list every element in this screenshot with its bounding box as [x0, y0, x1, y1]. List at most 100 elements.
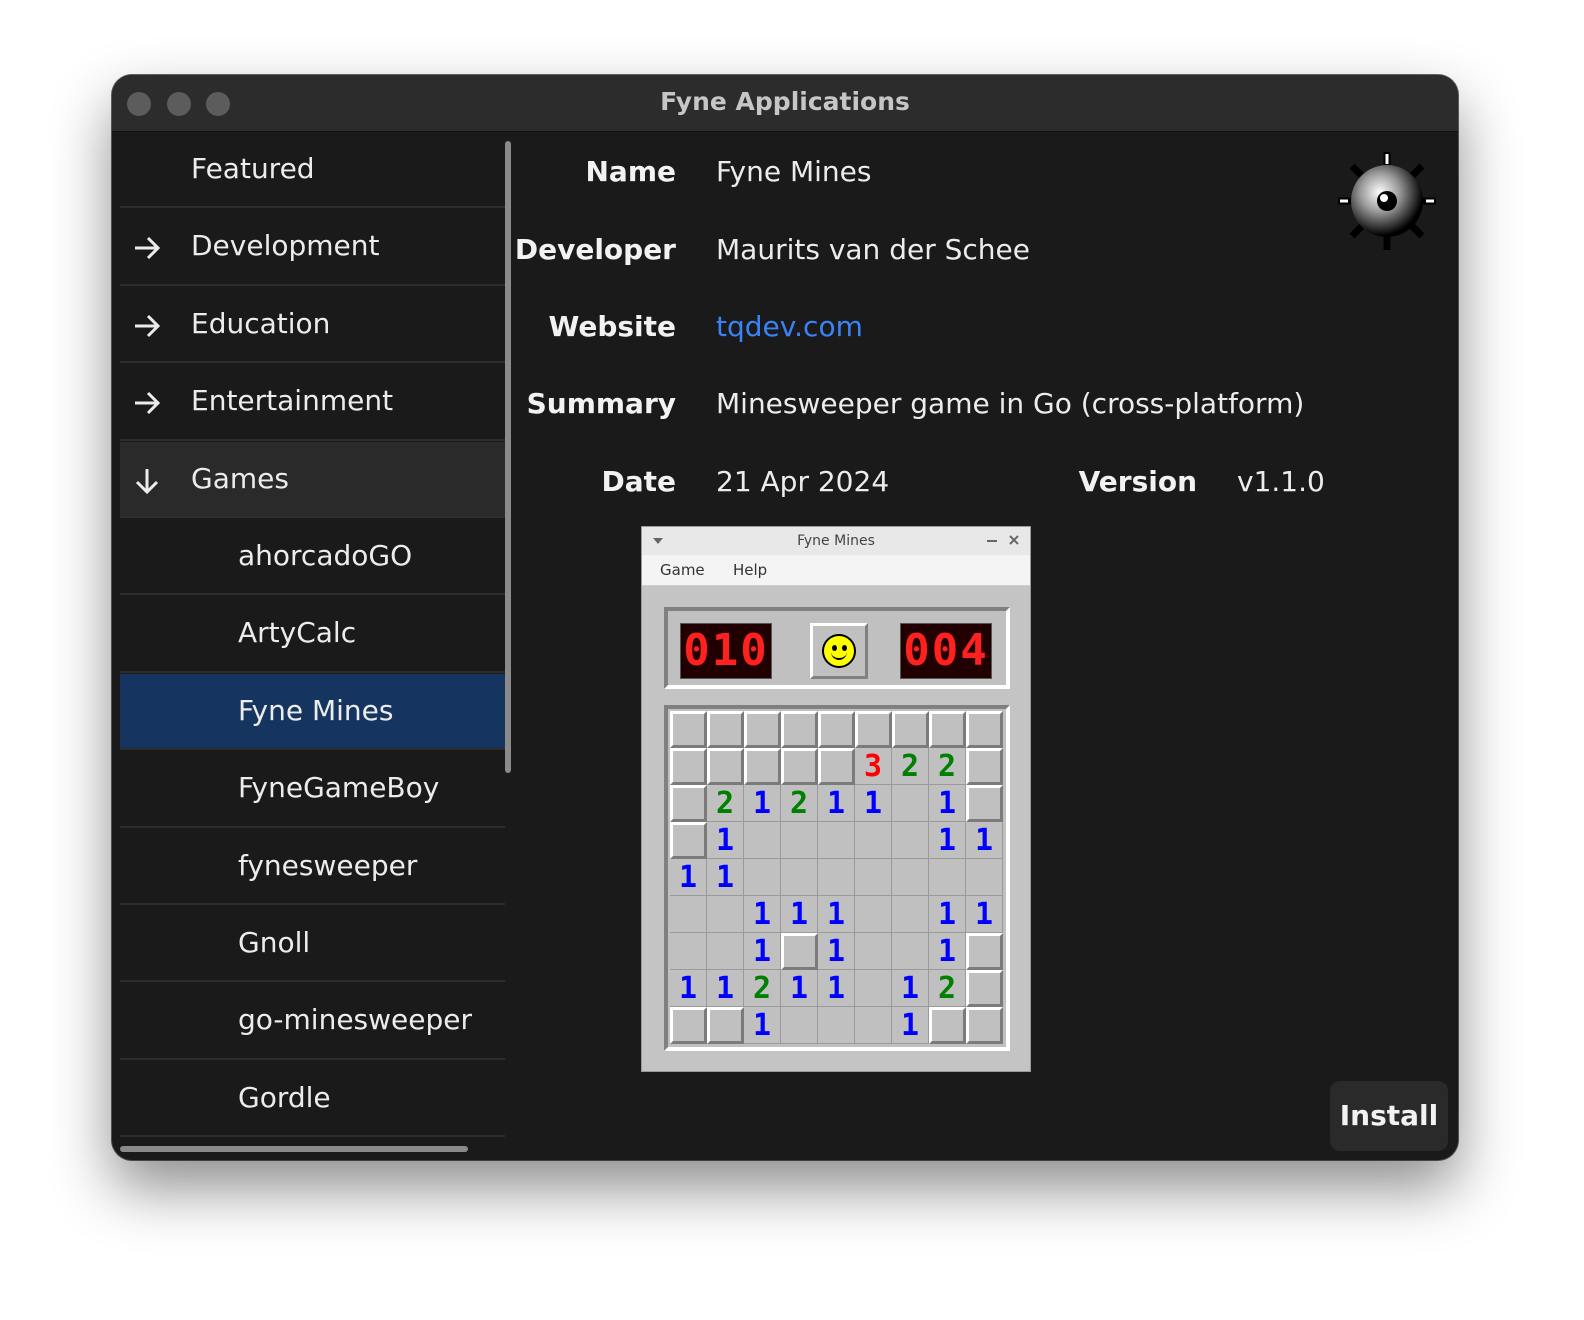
- mine-cell-closed: [707, 711, 744, 748]
- sidebar-horizontal-scrollbar[interactable]: [120, 1146, 468, 1152]
- date-label: Date: [601, 465, 676, 498]
- mine-cell: [855, 822, 892, 859]
- mine-cell-closed: [929, 711, 966, 748]
- sidebar-item-label: Gordle: [238, 1080, 331, 1114]
- mine-cell-closed: [966, 711, 1003, 748]
- sidebar-item-label: FyneGameBoy: [238, 771, 440, 805]
- summary-label: Summary: [526, 387, 676, 420]
- mines-board: 3222121111111111111111112111211: [664, 705, 1010, 1051]
- sidebar-item-fynesweeper[interactable]: fynesweeper: [120, 829, 505, 905]
- mine-cell: 1: [744, 1007, 781, 1044]
- mine-cell-closed: [855, 711, 892, 748]
- mine-cell-closed: [670, 1007, 707, 1044]
- mine-cell-closed: [670, 785, 707, 822]
- smiley-icon: [822, 634, 856, 668]
- timer-counter: 004: [900, 623, 992, 679]
- website-link[interactable]: tqdev.com: [716, 310, 863, 343]
- sidebar-item-label: Entertainment: [191, 384, 394, 418]
- mine-cell: [855, 859, 892, 896]
- mine-cell: [892, 822, 929, 859]
- app-name: Fyne Mines: [716, 155, 872, 188]
- app-summary: Minesweeper game in Go (cross-platform): [716, 387, 1305, 420]
- app-date: 21 Apr 2024: [716, 465, 890, 498]
- mine-cell-closed: [818, 748, 855, 785]
- mine-cell: [670, 896, 707, 933]
- menu-game: Game: [660, 561, 705, 579]
- sidebar-item-label: Featured: [191, 152, 315, 185]
- sidebar-item-gordle[interactable]: Gordle: [120, 1061, 505, 1138]
- title-bar: Fyne Applications: [112, 75, 1458, 132]
- mine-cell-closed: [966, 748, 1003, 785]
- mine-cell: [855, 970, 892, 1007]
- mine-cell-closed: [744, 711, 781, 748]
- mine-cell: [892, 933, 929, 970]
- mine-cell: 1: [892, 1007, 929, 1044]
- sidebar-item-artycalc[interactable]: ArtyCalc: [120, 596, 505, 673]
- developer-label: Developer: [514, 233, 676, 266]
- mine-cell: [707, 896, 744, 933]
- arrow-right-icon: [135, 314, 161, 337]
- screenshot-titlebar: Fyne Mines: [642, 527, 1030, 556]
- screenshot-menubar: Game Help: [642, 555, 1030, 586]
- mine-cell-closed: [892, 711, 929, 748]
- sidebar-item-gnoll[interactable]: Gnoll: [120, 906, 505, 983]
- app-developer: Maurits van der Schee: [716, 233, 1030, 266]
- install-button[interactable]: Install: [1330, 1081, 1448, 1151]
- mine-cell-closed: [670, 748, 707, 785]
- mine-cell: 1: [818, 896, 855, 933]
- mine-cell: [892, 785, 929, 822]
- new-game-button: [810, 623, 868, 679]
- arrow-down-icon: [135, 468, 159, 494]
- mine-cell: [818, 1007, 855, 1044]
- sidebar-item-label: Development: [191, 229, 380, 263]
- mine-cell: 2: [744, 970, 781, 1007]
- sidebar-item-ahorcadogo[interactable]: ahorcadoGO: [120, 519, 505, 596]
- sidebar-item-label: Fyne Mines: [238, 693, 394, 727]
- mine-cell-closed: [929, 1007, 966, 1044]
- mine-cell: 2: [929, 748, 966, 785]
- mine-cell: [744, 822, 781, 859]
- mine-cell-closed: [707, 1007, 744, 1044]
- sidebar-item-fyne-mines[interactable]: Fyne Mines: [120, 673, 505, 751]
- mine-cell: [892, 859, 929, 896]
- sidebar-item-fynegameboy[interactable]: FyneGameBoy: [120, 751, 505, 828]
- category-sidebar: Featured Development Education Entertainmen…: [120, 132, 512, 1160]
- mine-cell: 1: [929, 896, 966, 933]
- mine-cell: [855, 896, 892, 933]
- mine-cell: 1: [781, 896, 818, 933]
- minimize-icon: [987, 540, 997, 542]
- mine-cell-closed: [966, 933, 1003, 970]
- mine-cell: [892, 896, 929, 933]
- app-window: Fyne Applications Featured Development Edu…: [112, 75, 1458, 1160]
- mine-cell: 1: [707, 970, 744, 1007]
- mine-cell: 2: [707, 785, 744, 822]
- mine-cell: 1: [818, 785, 855, 822]
- mine-cell: 1: [781, 970, 818, 1007]
- name-label: Name: [585, 155, 677, 188]
- mine-cell: 1: [929, 785, 966, 822]
- mine-cell: 2: [781, 785, 818, 822]
- mines-counter: 010: [680, 623, 772, 679]
- mine-cell-closed: [781, 933, 818, 970]
- mine-cell: 1: [892, 970, 929, 1007]
- mine-cell: [781, 859, 818, 896]
- mine-cell: 1: [670, 859, 707, 896]
- mine-cell: 1: [707, 859, 744, 896]
- mine-cell-closed: [966, 785, 1003, 822]
- mine-cell: 1: [707, 822, 744, 859]
- mine-cell: 1: [966, 822, 1003, 859]
- mine-cell-closed: [781, 748, 818, 785]
- window-title: Fyne Applications: [660, 87, 910, 116]
- mine-cell: [929, 859, 966, 896]
- mine-cell: 1: [855, 785, 892, 822]
- mine-cell: [781, 1007, 818, 1044]
- sidebar-item-label: ahorcadoGO: [238, 539, 413, 572]
- mine-icon: [1338, 152, 1436, 250]
- close-icon: [1009, 535, 1019, 545]
- mines-status-panel: 010 004: [664, 607, 1010, 689]
- arrow-right-icon: [135, 392, 161, 415]
- mine-cell-closed: [670, 822, 707, 859]
- mine-cell: 1: [929, 933, 966, 970]
- menu-help: Help: [733, 561, 768, 579]
- sidebar-item-go-minesweeper[interactable]: go-minesweeper: [120, 983, 505, 1060]
